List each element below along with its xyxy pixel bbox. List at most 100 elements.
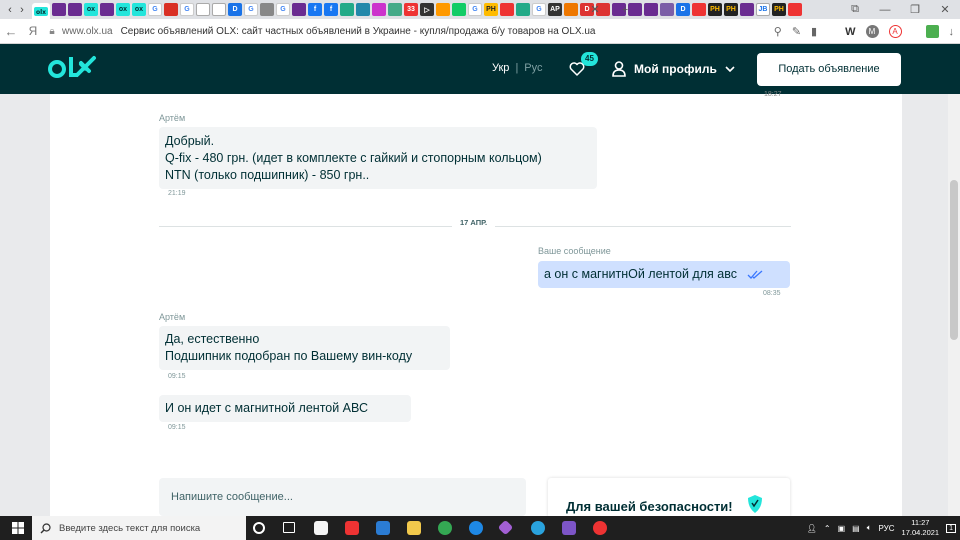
new-tab-icon[interactable]: + (610, 4, 640, 16)
notifications-icon[interactable]: 1 (946, 523, 956, 533)
scrollbar-thumb[interactable] (950, 180, 958, 340)
page-title-in-address[interactable]: Сервис объявлений OLX: сайт частных объя… (121, 26, 596, 37)
tab-favicon[interactable] (340, 3, 354, 16)
pen-icon[interactable]: ✎ (792, 25, 801, 38)
favorites-count-badge: 45 (581, 52, 598, 66)
m-extension-icon[interactable]: M (865, 25, 879, 38)
tab-favicon[interactable]: 33 (404, 3, 418, 16)
mail-icon[interactable] (376, 521, 390, 535)
message-time: 18:27 (764, 91, 782, 98)
viber-icon[interactable] (562, 521, 576, 535)
minimize-icon[interactable]: — (870, 4, 900, 16)
tab-favicon[interactable]: G (532, 3, 546, 16)
message-line: Добрый. (165, 134, 215, 148)
yandex-home-icon[interactable]: Я (22, 24, 44, 38)
tabs-scroll-left-icon[interactable]: ‹ (4, 3, 16, 17)
bookmark-window-icon[interactable]: ⧉ (840, 3, 870, 16)
tab-favicon[interactable]: D (228, 3, 242, 16)
people-icon[interactable]: 👤︎ (807, 524, 817, 533)
store-icon[interactable] (314, 521, 328, 535)
tray-overflow-icon[interactable]: ⌃ (824, 524, 831, 533)
tab-favicon[interactable]: ▷ (420, 3, 434, 16)
tab-favicon[interactable] (164, 3, 178, 16)
volume-icon[interactable]: 🔈︎ (867, 523, 872, 533)
app-icon[interactable] (345, 521, 359, 535)
maximize-icon[interactable]: ❐ (900, 3, 930, 16)
tab-favicon[interactable]: G (276, 3, 290, 16)
tab-favicon[interactable]: G (148, 3, 162, 16)
tab-favicon[interactable] (292, 3, 306, 16)
app-icon[interactable] (497, 519, 514, 536)
lang-ukr[interactable]: Укр (492, 62, 509, 74)
tab-favicon[interactable] (68, 3, 82, 16)
tab-favicon[interactable] (452, 3, 466, 16)
tab-favicon[interactable]: ox (84, 3, 98, 16)
back-arrow-icon[interactable]: ← (0, 24, 22, 39)
keyboard-language[interactable]: РУС (879, 524, 895, 533)
tab-favicon[interactable]: f (324, 3, 338, 16)
close-window-icon[interactable]: ✕ (930, 3, 960, 16)
tabs-scroll-right-icon[interactable]: › (16, 3, 28, 17)
tab-favicon[interactable]: f (308, 3, 322, 16)
bookmark-icon[interactable]: ▮ (811, 25, 817, 38)
tab-favicon[interactable] (516, 3, 530, 16)
tab-favicon[interactable]: G (244, 3, 258, 16)
tab-favicon[interactable] (196, 3, 210, 16)
message-time: 21:19 (168, 190, 186, 197)
tab-favicon[interactable] (436, 3, 450, 16)
search-icon[interactable]: ⚲ (774, 25, 782, 38)
shield-icon (748, 495, 762, 513)
message-time: 09:15 (168, 373, 186, 380)
download-icon[interactable]: ↓ (949, 26, 955, 38)
w-extension-icon[interactable]: W (845, 26, 855, 38)
tab-olx-active[interactable]: olx (32, 3, 50, 19)
network-icon[interactable]: ▤ (852, 524, 860, 533)
windows-start-icon[interactable] (12, 522, 24, 534)
tab-favicon[interactable] (372, 3, 386, 16)
lock-icon[interactable]: 🔒︎ (44, 26, 60, 37)
my-profile-menu[interactable]: Мой профиль (612, 59, 743, 79)
adblock-icon[interactable]: A (888, 25, 902, 38)
olx-header: Укр | Рус 45 Мой профиль Подать объявление (0, 44, 960, 94)
url-host[interactable]: www.olx.ua (62, 26, 113, 37)
tab-favicon[interactable] (52, 3, 66, 16)
post-ad-button[interactable]: Подать объявление (757, 53, 901, 86)
clock-date: 17.04.2021 (901, 528, 940, 537)
chrome-icon[interactable] (438, 521, 452, 535)
tab-favicon[interactable]: G (468, 3, 482, 16)
extension-icon[interactable] (925, 25, 939, 38)
lang-separator: | (515, 62, 519, 74)
close-tab-icon[interactable]: ✕ (580, 3, 610, 16)
tray-app-icon[interactable]: ▣ (838, 524, 846, 533)
cortana-icon[interactable] (253, 522, 265, 534)
svg-text:olx: olx (36, 9, 46, 16)
tab-favicon[interactable]: ox (132, 3, 146, 16)
user-icon (612, 61, 626, 77)
tab-favicon[interactable] (564, 3, 578, 16)
olx-logo[interactable] (48, 54, 102, 84)
taskbar-search-placeholder: Введите здесь текст для поиска (59, 522, 201, 534)
tab-favicon[interactable]: PH (484, 3, 498, 16)
tab-favicon[interactable] (500, 3, 514, 16)
tab-favicon[interactable] (212, 3, 226, 16)
tab-favicon[interactable]: G (180, 3, 194, 16)
safety-tips-card[interactable]: Для вашей безопасности! (548, 478, 790, 518)
file-explorer-icon[interactable] (407, 521, 421, 535)
tab-favicon[interactable] (356, 3, 370, 16)
tab-favicon[interactable] (260, 3, 274, 16)
task-view-icon[interactable] (283, 522, 295, 533)
message-time: 08:35 (763, 290, 781, 297)
screen: ‹ › olx ox ox ox G G D G G f f 33 ▷ G PH… (0, 0, 960, 540)
tab-favicon[interactable]: AP (548, 3, 562, 16)
telegram-icon[interactable] (531, 521, 545, 535)
message-line: Да, естественно (165, 332, 260, 346)
tab-favicon[interactable] (100, 3, 114, 16)
taskbar-clock[interactable]: 11:27 17.04.2021 (902, 518, 940, 538)
taskbar-search[interactable]: Введите здесь текст для поиска (32, 516, 246, 540)
tab-favicon[interactable]: ox (116, 3, 130, 16)
tab-favicon[interactable] (388, 3, 402, 16)
lang-rus[interactable]: Рус (524, 62, 542, 74)
message-input[interactable] (159, 478, 526, 516)
edge-icon[interactable] (469, 521, 483, 535)
yandex-browser-icon[interactable] (593, 521, 607, 535)
